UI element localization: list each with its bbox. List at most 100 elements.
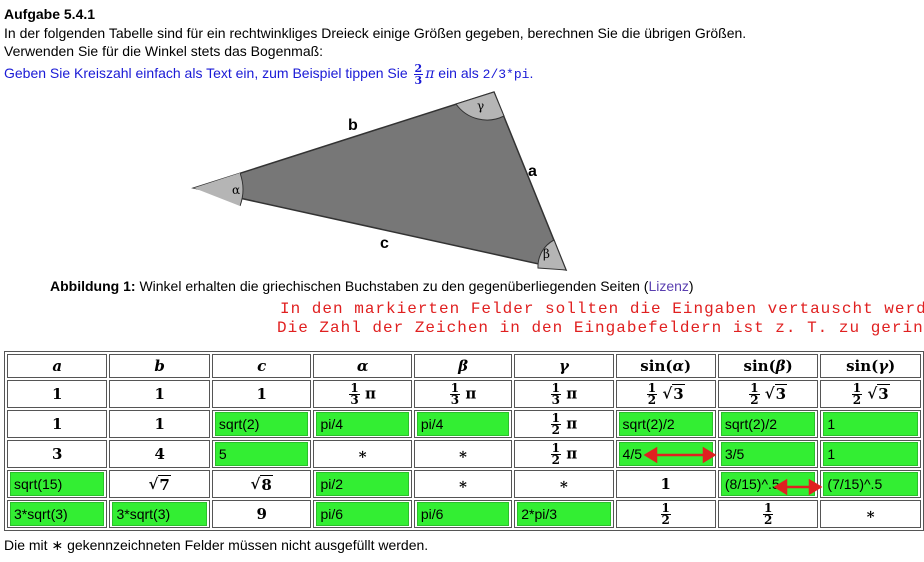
cell-value: 12 √3 bbox=[717, 380, 819, 408]
gamma-label: γ bbox=[477, 99, 484, 113]
input-field[interactable]: sqrt(2)/2 bbox=[720, 412, 816, 436]
cell-value: 1 bbox=[211, 380, 312, 408]
hint-code: 2/3*pi bbox=[482, 67, 530, 83]
table-row: 1 1 sqrt(2) pi/4 pi/4 12 π sqrt(2)/2 sqr… bbox=[7, 410, 921, 438]
header-gamma: γ bbox=[514, 354, 614, 378]
cell-value: 1 bbox=[109, 410, 210, 438]
header-sin-beta: sin(β) bbox=[717, 354, 819, 378]
cell-value: 4 bbox=[109, 440, 210, 468]
hint-pi: π bbox=[425, 66, 435, 83]
alpha-label: α bbox=[232, 183, 240, 197]
cell-value: 13 π bbox=[313, 380, 412, 408]
side-c-label: c bbox=[380, 235, 389, 252]
beta-label: β bbox=[543, 247, 550, 261]
cell-star: ∗ bbox=[413, 470, 513, 498]
input-field[interactable]: pi/2 bbox=[316, 472, 409, 496]
cell-value: √7 bbox=[109, 470, 210, 498]
cell-input[interactable]: pi/6 bbox=[413, 500, 513, 528]
side-a-label: a bbox=[528, 163, 537, 180]
cell-value: 13 π bbox=[514, 380, 614, 408]
input-field[interactable]: sqrt(15) bbox=[10, 472, 105, 496]
input-field[interactable]: pi/6 bbox=[316, 502, 409, 526]
side-b-label: b bbox=[348, 117, 358, 134]
annotation-line-1: In den markierten Felder sollten die Ein… bbox=[280, 300, 924, 318]
cell-value: 1 bbox=[7, 410, 108, 438]
cell-input[interactable]: sqrt(2)/2 bbox=[615, 410, 716, 438]
exercise-title: Aufgabe 5.4.1 bbox=[4, 6, 96, 22]
hint-fraction: 23 bbox=[413, 62, 424, 87]
table-header-row: a b c α β γ sin(α) sin(β) sin(γ) bbox=[7, 354, 921, 378]
cell-value: 1 bbox=[109, 380, 210, 408]
header-a: a bbox=[7, 354, 108, 378]
cell-star: ∗ bbox=[413, 440, 513, 468]
cell-value: 12 π bbox=[514, 440, 614, 468]
cell-input[interactable]: sqrt(2) bbox=[211, 410, 312, 438]
input-field[interactable]: 3*sqrt(3) bbox=[112, 502, 207, 526]
cell-input[interactable]: pi/2 bbox=[313, 470, 412, 498]
cell-value: 12 √3 bbox=[820, 380, 921, 408]
header-sin-alpha: sin(α) bbox=[615, 354, 716, 378]
input-field[interactable]: (7/15)^.5 bbox=[823, 472, 918, 496]
input-field[interactable]: 4/5 bbox=[618, 442, 713, 466]
table-row: 1 1 1 13 π 13 π 13 π 12 √3 12 √3 12 √3 bbox=[7, 380, 921, 408]
cell-star: ∗ bbox=[820, 500, 921, 528]
license-link[interactable]: Lizenz bbox=[648, 278, 688, 294]
table-row: sqrt(15) √7 √8 pi/2 ∗ ∗ 1 (8/15)^.5 (7/1… bbox=[7, 470, 921, 498]
cell-input[interactable]: sqrt(15) bbox=[7, 470, 108, 498]
cell-input[interactable]: pi/6 bbox=[313, 500, 412, 528]
annotation-line-2: Die Zahl der Zeichen in den Eingabefelde… bbox=[277, 319, 924, 337]
cell-value: 3 bbox=[7, 440, 108, 468]
cell-input[interactable]: (8/15)^.5 bbox=[717, 470, 819, 498]
cell-value: 12 bbox=[717, 500, 819, 528]
cell-star: ∗ bbox=[514, 470, 614, 498]
cell-input[interactable]: 1 bbox=[820, 440, 921, 468]
cell-input[interactable]: sqrt(2)/2 bbox=[717, 410, 819, 438]
table-row: 3*sqrt(3) 3*sqrt(3) 9 pi/6 pi/6 2*pi/3 1… bbox=[7, 500, 921, 528]
input-field[interactable]: 5 bbox=[214, 442, 309, 466]
input-field[interactable]: (8/15)^.5 bbox=[720, 472, 816, 496]
cell-value: 9 bbox=[211, 500, 312, 528]
exercise-intro: In der folgenden Tabelle sind für ein re… bbox=[4, 25, 747, 59]
header-beta: β bbox=[413, 354, 513, 378]
cell-star: ∗ bbox=[313, 440, 412, 468]
cell-input[interactable]: (7/15)^.5 bbox=[820, 470, 921, 498]
pi-input-hint: Geben Sie Kreiszahl einfach als Text ein… bbox=[4, 62, 534, 87]
input-field[interactable]: pi/4 bbox=[316, 412, 409, 436]
cell-value: 12 π bbox=[514, 410, 614, 438]
header-c: c bbox=[211, 354, 312, 378]
input-field[interactable]: 3/5 bbox=[720, 442, 816, 466]
cell-value: 1 bbox=[7, 380, 108, 408]
cell-value: 12 bbox=[615, 500, 716, 528]
input-field[interactable]: 1 bbox=[823, 412, 918, 436]
cell-input[interactable]: 1 bbox=[820, 410, 921, 438]
header-sin-gamma: sin(γ) bbox=[820, 354, 921, 378]
cell-value: √8 bbox=[211, 470, 312, 498]
footer-note: Die mit ∗ gekennzeichneten Felder müssen… bbox=[4, 537, 429, 553]
input-field[interactable]: pi/6 bbox=[416, 502, 510, 526]
cell-value: 1 bbox=[615, 470, 716, 498]
cell-input[interactable]: pi/4 bbox=[313, 410, 412, 438]
input-field[interactable]: 2*pi/3 bbox=[517, 502, 611, 526]
cell-input[interactable]: 3*sqrt(3) bbox=[109, 500, 210, 528]
input-field[interactable]: 1 bbox=[823, 442, 918, 466]
figure-caption: Abbildung 1: Winkel erhalten die griechi… bbox=[50, 278, 694, 294]
header-b: b bbox=[109, 354, 210, 378]
hint-prefix: Geben Sie Kreiszahl einfach als Text ein… bbox=[4, 65, 408, 82]
cell-input[interactable]: pi/4 bbox=[413, 410, 513, 438]
table-row: 3 4 5 ∗ ∗ 12 π 4/5 3/5 1 bbox=[7, 440, 921, 468]
cell-input[interactable]: 3*sqrt(3) bbox=[7, 500, 108, 528]
cell-value: 12 √3 bbox=[615, 380, 716, 408]
input-field[interactable]: sqrt(2) bbox=[214, 412, 309, 436]
cell-input[interactable]: 2*pi/3 bbox=[514, 500, 614, 528]
input-field[interactable]: 3*sqrt(3) bbox=[10, 502, 105, 526]
hint-middle: ein als bbox=[438, 65, 479, 82]
triangle-table: a b c α β γ sin(α) sin(β) sin(γ) 1 1 1 1… bbox=[4, 351, 924, 531]
cell-input[interactable]: 4/5 bbox=[615, 440, 716, 468]
input-field[interactable]: pi/4 bbox=[416, 412, 510, 436]
cell-input[interactable]: 5 bbox=[211, 440, 312, 468]
triangle-figure: α γ β b a c bbox=[191, 91, 568, 272]
input-field[interactable]: sqrt(2)/2 bbox=[618, 412, 713, 436]
header-alpha: α bbox=[313, 354, 412, 378]
cell-value: 13 π bbox=[413, 380, 513, 408]
cell-input[interactable]: 3/5 bbox=[717, 440, 819, 468]
